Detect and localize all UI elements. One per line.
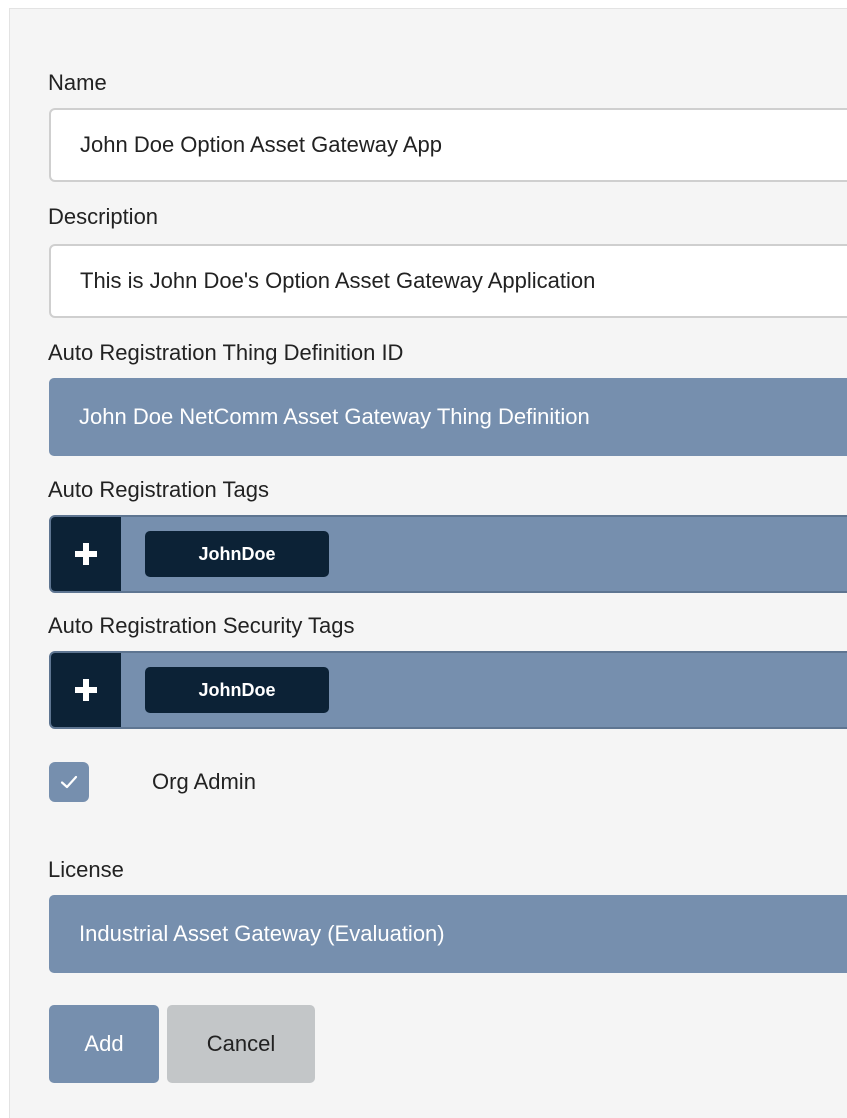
- thing-definition-label: Auto Registration Thing Definition ID: [48, 340, 404, 365]
- license-select[interactable]: Industrial Asset Gateway (Evaluation): [49, 895, 847, 973]
- org-admin-label: Org Admin: [152, 769, 256, 794]
- tags-field[interactable]: JohnDoe: [49, 515, 847, 593]
- name-label: Name: [48, 70, 107, 95]
- license-value: Industrial Asset Gateway (Evaluation): [79, 921, 445, 946]
- description-input[interactable]: [49, 244, 847, 318]
- security-tags-label: Auto Registration Security Tags: [48, 613, 355, 638]
- thing-definition-select[interactable]: John Doe NetComm Asset Gateway Thing Def…: [49, 378, 847, 456]
- org-admin-checkbox[interactable]: [49, 762, 89, 802]
- security-tags-field[interactable]: JohnDoe: [49, 651, 847, 729]
- tags-label: Auto Registration Tags: [48, 477, 269, 502]
- thing-definition-value: John Doe NetComm Asset Gateway Thing Def…: [79, 404, 590, 429]
- name-input[interactable]: [49, 108, 847, 182]
- license-label: License: [48, 857, 124, 882]
- plus-icon: [75, 679, 97, 701]
- add-button[interactable]: Add: [49, 1005, 159, 1083]
- description-label: Description: [48, 204, 159, 229]
- cancel-button[interactable]: Cancel: [167, 1005, 315, 1083]
- security-tag-chip[interactable]: JohnDoe: [145, 667, 329, 713]
- add-security-tag-button[interactable]: [51, 653, 121, 727]
- add-tag-button[interactable]: [51, 517, 121, 591]
- tag-chip[interactable]: JohnDoe: [145, 531, 329, 577]
- check-icon: [60, 775, 78, 789]
- plus-icon: [75, 543, 97, 565]
